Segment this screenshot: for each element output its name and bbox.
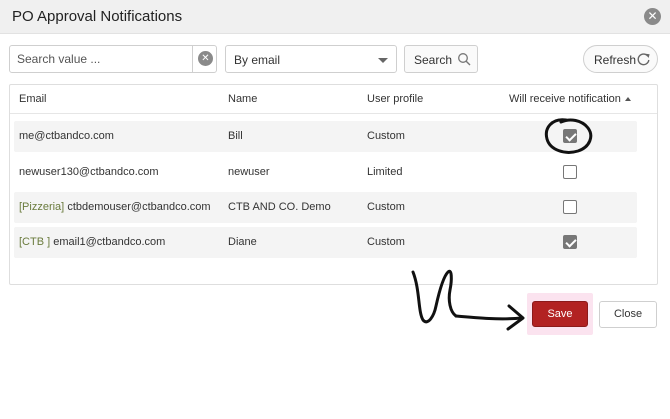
profile-cell: Custom — [367, 236, 405, 248]
clear-icon: ✕ — [198, 51, 213, 66]
dialog-title-bar: PO Approval Notifications ✕ — [0, 0, 670, 34]
name-cell: Diane — [228, 236, 257, 248]
search-field: ✕ — [9, 45, 217, 73]
email-cell: [Pizzeria] ctbdemouser@ctbandco.com — [19, 201, 211, 213]
column-header-notification[interactable]: Will receive notification — [509, 93, 631, 105]
email-cell: me@ctbandco.com — [19, 130, 114, 142]
email-text: me@ctbandco.com — [19, 130, 114, 142]
header-divider — [10, 113, 657, 114]
clear-search-button[interactable]: ✕ — [192, 46, 217, 72]
column-header-user-profile[interactable]: User profile — [367, 93, 423, 105]
notification-checkbox[interactable] — [563, 129, 577, 143]
save-button[interactable]: Save — [532, 301, 588, 327]
profile-cell: Limited — [367, 166, 403, 178]
search-icon — [458, 53, 471, 66]
close-icon[interactable]: ✕ — [644, 8, 661, 25]
close-button[interactable]: Close — [599, 301, 657, 328]
notification-header-label: Will receive notification — [509, 93, 621, 105]
filter-selected-value: By email — [234, 53, 281, 67]
table-row: newuser130@ctbandco.com newuser Limited — [14, 157, 637, 188]
profile-cell: Custom — [367, 130, 405, 142]
account-tag: [CTB ] — [19, 236, 51, 248]
profile-cell: Custom — [367, 201, 405, 213]
refresh-button[interactable]: Refresh — [583, 45, 658, 73]
notification-checkbox[interactable] — [563, 200, 577, 214]
table-row: me@ctbandco.com Bill Custom — [14, 121, 637, 152]
table-row: [CTB ] email1@ctbandco.com Diane Custom — [14, 227, 637, 258]
name-cell: CTB AND CO. Demo — [228, 201, 331, 213]
table-row: [Pizzeria] ctbdemouser@ctbandco.com CTB … — [14, 192, 637, 223]
account-tag: [Pizzeria] — [19, 201, 65, 213]
refresh-button-label: Refresh — [594, 53, 637, 67]
email-text: email1@ctbandco.com — [53, 236, 166, 248]
sort-ascending-icon — [624, 97, 631, 101]
name-cell: newuser — [228, 166, 270, 178]
filter-select[interactable]: By email — [225, 45, 397, 73]
refresh-icon — [637, 53, 650, 66]
search-button-label: Search — [414, 53, 453, 67]
search-input[interactable] — [10, 46, 192, 72]
po-approval-dialog: PO Approval Notifications ✕ ✕ By email S… — [0, 0, 670, 340]
email-text: ctbdemouser@ctbandco.com — [67, 201, 211, 213]
email-cell: newuser130@ctbandco.com — [19, 166, 159, 178]
dialog-title: PO Approval Notifications — [12, 8, 183, 25]
email-cell: [CTB ] email1@ctbandco.com — [19, 236, 165, 248]
email-text: newuser130@ctbandco.com — [19, 166, 159, 178]
search-button[interactable]: Search — [404, 45, 478, 73]
notification-checkbox[interactable] — [563, 165, 577, 179]
column-header-email[interactable]: Email — [19, 93, 47, 105]
column-header-name[interactable]: Name — [228, 93, 257, 105]
name-cell: Bill — [228, 130, 243, 142]
notification-checkbox[interactable] — [563, 235, 577, 249]
chevron-down-icon — [378, 58, 388, 63]
